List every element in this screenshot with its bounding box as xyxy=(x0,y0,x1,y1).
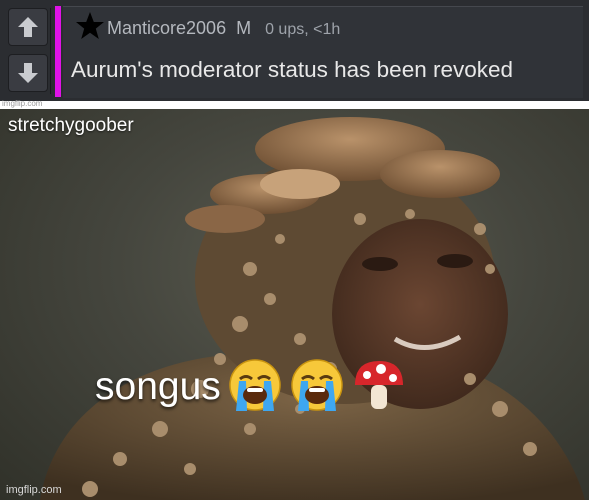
arrow-down-icon xyxy=(18,63,38,83)
comment-panel: Manticore2006 M 0 ups, <1h Aurum's moderat… xyxy=(0,0,589,108)
comment-meta: Manticore2006 M 0 ups, <1h xyxy=(107,18,340,39)
star-icon[interactable] xyxy=(75,11,105,41)
vote-column xyxy=(6,8,51,94)
comment: Manticore2006 M 0 ups, <1h Aurum's moderat… xyxy=(63,6,583,98)
comment-username[interactable]: Manticore2006 xyxy=(107,18,226,38)
arrow-up-icon xyxy=(18,17,38,37)
mushroom-icon xyxy=(351,357,407,418)
caption-text: songus xyxy=(95,365,221,408)
meme-image: stretchygoober songus imgflip.com xyxy=(0,109,589,500)
fungus-figure-illustration xyxy=(40,117,585,500)
meme-username: stretchygoober xyxy=(8,115,134,136)
comment-stats: 0 ups, <1h xyxy=(265,21,341,38)
meme-caption: songus xyxy=(95,357,407,418)
comment-accent-bar xyxy=(55,6,61,97)
loudly-crying-face-icon xyxy=(289,357,345,418)
watermark-bottom: imgflip.com xyxy=(6,484,62,496)
comment-text: Aurum's moderator status has been revoke… xyxy=(71,57,514,82)
downvote-button[interactable] xyxy=(8,54,48,92)
upvote-button[interactable] xyxy=(8,8,48,46)
moderator-flag: M xyxy=(236,18,252,38)
watermark-top: imgflip.com xyxy=(2,99,43,108)
loudly-crying-face-icon xyxy=(227,357,283,418)
